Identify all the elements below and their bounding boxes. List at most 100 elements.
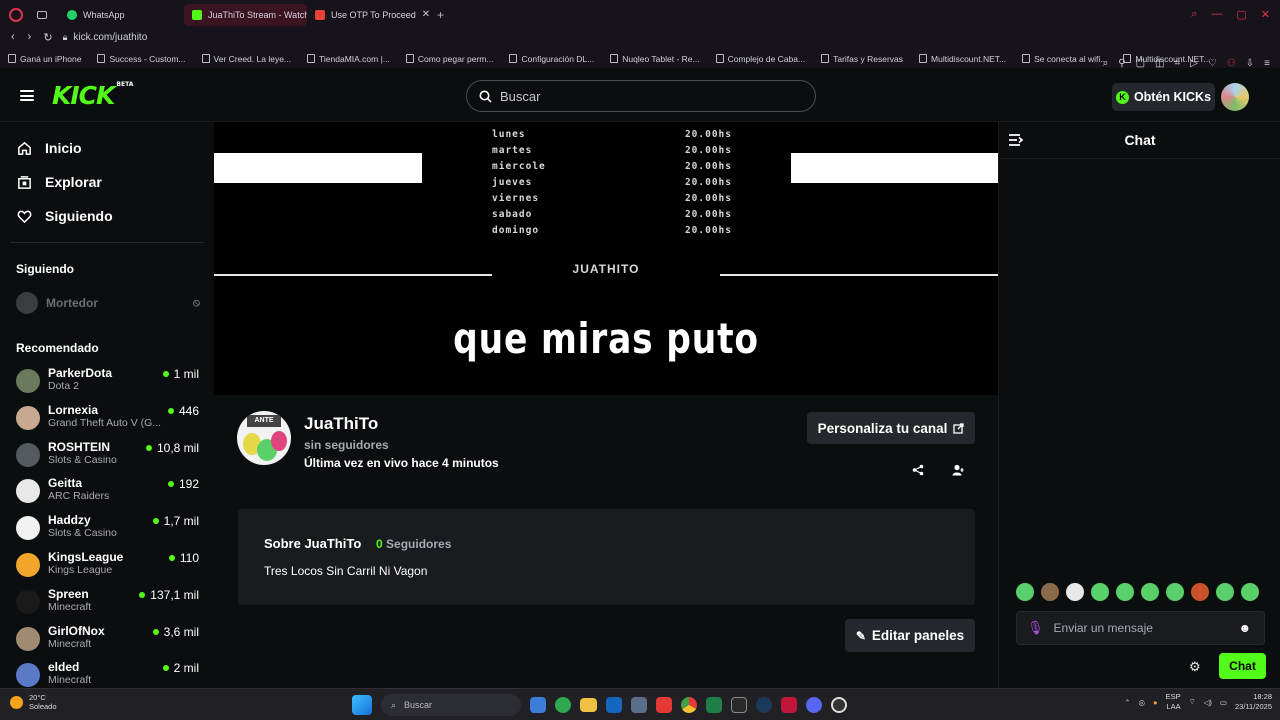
chrome-icon[interactable] bbox=[681, 697, 697, 713]
green-app-icon[interactable] bbox=[555, 697, 571, 713]
following-item[interactable]: Mortedor ⦸ bbox=[0, 287, 214, 319]
file-explorer-icon[interactable] bbox=[580, 698, 597, 712]
emote-icon[interactable] bbox=[1241, 583, 1259, 601]
bookmark-item[interactable]: Multidiscount.NET... bbox=[911, 54, 1014, 64]
emote-icon[interactable] bbox=[1166, 583, 1184, 601]
chat-settings-icon[interactable]: ⚙ bbox=[1189, 659, 1201, 675]
channel-name[interactable]: JuaThiTo bbox=[304, 414, 378, 434]
close-tab-icon[interactable]: ✕ bbox=[422, 9, 429, 20]
recommended-channel[interactable]: KingsLeague Kings League 110 bbox=[0, 548, 214, 585]
emote-icon[interactable] bbox=[1216, 583, 1234, 601]
search-tabs-icon[interactable]: ⌕ bbox=[1191, 8, 1197, 21]
tray-expand-icon[interactable]: ⌃ bbox=[1124, 698, 1130, 707]
wifi-icon[interactable]: ⌔ bbox=[1189, 697, 1196, 707]
network-tray-icon[interactable]: ◎ bbox=[1139, 698, 1146, 707]
edit-panels-label: Editar paneles bbox=[871, 628, 965, 643]
emote-icon[interactable] bbox=[1041, 583, 1059, 601]
opera-icon[interactable] bbox=[9, 7, 23, 22]
bookmark-item[interactable]: Como pegar perm... bbox=[398, 54, 502, 64]
emote-icon[interactable] bbox=[1091, 583, 1109, 601]
back-icon[interactable]: ‹ bbox=[11, 31, 15, 43]
recommended-channel[interactable]: elded Minecraft 2 mil bbox=[0, 658, 214, 688]
discord-icon[interactable] bbox=[806, 697, 822, 713]
video-player[interactable]: lunes 20.00hs martes 20.00hs miercole 20.00hs… bbox=[214, 122, 998, 395]
menu-icon[interactable] bbox=[20, 90, 34, 101]
opera-gx-icon[interactable] bbox=[781, 697, 797, 713]
edit-panels-button[interactable]: ✎ Editar paneles bbox=[845, 619, 975, 652]
schedule-time: 20.00hs bbox=[684, 129, 732, 140]
volume-icon[interactable]: ◁) bbox=[1204, 698, 1212, 707]
weather-widget[interactable]: 20°C Soleado bbox=[10, 693, 57, 711]
recommended-channel[interactable]: Haddzy Slots & Casino 1,7 mil bbox=[0, 511, 214, 548]
recommended-channel[interactable]: GirlOfNox Minecraft 3,6 mil bbox=[0, 622, 214, 659]
forward-icon[interactable]: › bbox=[28, 31, 32, 43]
new-tab-button[interactable]: + bbox=[437, 8, 444, 22]
outlook-icon[interactable] bbox=[606, 697, 622, 713]
bookmark-item[interactable]: Ganá un iPhone bbox=[0, 54, 89, 64]
steam-icon[interactable] bbox=[756, 697, 772, 713]
get-kicks-button[interactable]: K Obtén KICKs bbox=[1112, 83, 1215, 111]
system-tray: ⌃ ◎ ● ESP LAA ⌔ ◁) ▭ 18:28 23/11/2025 bbox=[1124, 692, 1272, 712]
maximize-icon[interactable]: ▢ bbox=[1236, 8, 1246, 21]
schedule-day: martes bbox=[492, 145, 533, 156]
search-input[interactable] bbox=[500, 88, 800, 104]
tab-manager-icon[interactable] bbox=[37, 10, 47, 19]
sidebar-item-home[interactable]: Inicio bbox=[0, 131, 214, 165]
emote-icon[interactable] bbox=[1191, 583, 1209, 601]
moderation-icon[interactable] bbox=[949, 461, 967, 479]
bookmark-item[interactable]: Nuqleo Tablet - Re... bbox=[602, 54, 707, 64]
microphone-icon[interactable]: 🎙︎ bbox=[1027, 620, 1044, 636]
recommended-channel[interactable]: Geitta ARC Raiders 192 bbox=[0, 474, 214, 511]
bookmark-item[interactable]: Configuración DL... bbox=[501, 54, 602, 64]
tab-gmail[interactable]: Use OTP To Proceed ✕ bbox=[307, 4, 429, 26]
bookmark-item[interactable]: Ver Creed. La leye... bbox=[194, 54, 300, 64]
wps-icon[interactable] bbox=[656, 697, 672, 713]
bookmark-item[interactable]: Multidiscount.NET... bbox=[1115, 54, 1218, 64]
emoji-icon[interactable]: ☻ bbox=[1239, 621, 1252, 635]
bookmark-item[interactable]: Tarifas y Reservas bbox=[813, 54, 911, 64]
schedule-row: lunes 20.00hs bbox=[492, 129, 732, 145]
chat-input-box[interactable]: 🎙︎ ☻ bbox=[1016, 611, 1265, 645]
recommended-channel[interactable]: Spreen Minecraft 137,1 mil bbox=[0, 585, 214, 622]
user-avatar[interactable] bbox=[1221, 83, 1249, 111]
sidebar-item-following[interactable]: Siguiendo bbox=[0, 199, 214, 233]
emote-icon[interactable] bbox=[1116, 583, 1134, 601]
chat-message-input[interactable] bbox=[1053, 621, 1229, 635]
search-box[interactable] bbox=[466, 80, 816, 112]
emote-icon[interactable] bbox=[1141, 583, 1159, 601]
obs-icon[interactable] bbox=[831, 697, 847, 713]
reload-icon[interactable]: ↻ bbox=[43, 31, 52, 44]
bookmark-item[interactable]: Se conecta al wifi... bbox=[1014, 54, 1115, 64]
url-field[interactable]: kick.com/juathito bbox=[73, 32, 147, 43]
epic-games-icon[interactable] bbox=[731, 697, 747, 713]
excel-icon[interactable] bbox=[706, 697, 722, 713]
recommended-channel[interactable]: ParkerDota Dota 2 1 mil bbox=[0, 364, 214, 401]
clock[interactable]: 18:28 23/11/2025 bbox=[1235, 692, 1272, 712]
share-icon[interactable] bbox=[909, 461, 927, 479]
emote-icon[interactable] bbox=[1066, 583, 1084, 601]
bookmark-item[interactable]: Success - Custom... bbox=[89, 54, 193, 64]
bookmark-item[interactable]: TiendaMIA.com |... bbox=[299, 54, 398, 64]
recommended-channel[interactable]: Lornexia Grand Theft Auto V (G... 446 bbox=[0, 401, 214, 438]
store-icon[interactable] bbox=[631, 697, 647, 713]
channel-category: Slots & Casino bbox=[48, 453, 117, 466]
kick-logo[interactable]: KICK BETA bbox=[52, 81, 133, 110]
battery-icon[interactable]: ▭ bbox=[1220, 698, 1227, 707]
language-indicator[interactable]: ESP LAA bbox=[1166, 692, 1181, 712]
sidebar-item-browse[interactable]: Explorar bbox=[0, 165, 214, 199]
minimize-icon[interactable]: — bbox=[1211, 8, 1222, 21]
customize-channel-button[interactable]: Personaliza tu canal bbox=[807, 412, 975, 444]
widgets-icon[interactable] bbox=[530, 697, 546, 713]
start-icon[interactable] bbox=[352, 695, 372, 715]
emote-icon[interactable] bbox=[1016, 583, 1034, 601]
recommended-channel[interactable]: ROSHTEIN Slots & Casino 10,8 mil bbox=[0, 438, 214, 475]
bookmark-item[interactable]: Complejo de Caba... bbox=[708, 54, 814, 64]
tab-whatsapp[interactable]: WhatsApp bbox=[59, 4, 184, 26]
notification-tray-icon[interactable]: ● bbox=[1153, 698, 1158, 707]
taskbar-search[interactable]: ⌕ Buscar bbox=[381, 694, 521, 716]
tab-kick[interactable]: JuaThiTo Stream - Watch bbox=[184, 3, 307, 26]
browser-chrome: WhatsApp JuaThiTo Stream - Watch Use OTP… bbox=[0, 0, 1280, 69]
channel-avatar[interactable]: ANTE bbox=[237, 411, 291, 465]
chat-send-button[interactable]: Chat bbox=[1219, 653, 1266, 679]
close-window-icon[interactable]: ✕ bbox=[1261, 8, 1270, 21]
